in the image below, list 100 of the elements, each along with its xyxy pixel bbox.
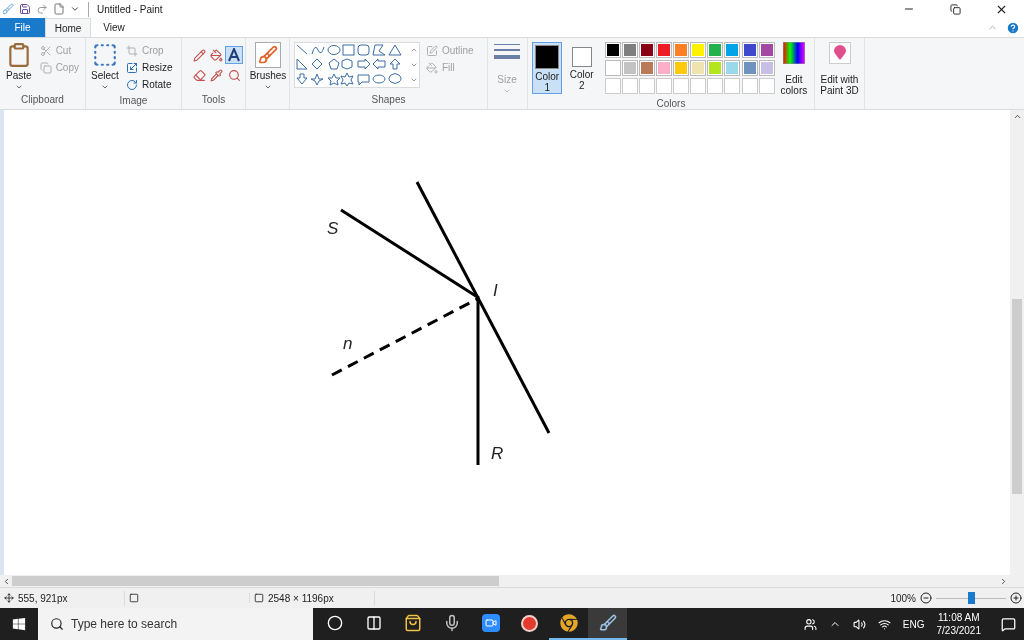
- palette-swatch[interactable]: [758, 42, 775, 58]
- caret-icon: [14, 83, 23, 91]
- wifi-icon[interactable]: [877, 617, 891, 631]
- outline-icon: [426, 44, 438, 57]
- zoom-slider[interactable]: [936, 592, 1006, 604]
- round-app-icon: [521, 614, 538, 632]
- palette-swatch[interactable]: [639, 42, 656, 58]
- scroll-up-icon[interactable]: [1012, 112, 1022, 121]
- circle-icon: [326, 615, 343, 631]
- brush-icon: [258, 45, 278, 65]
- palette-swatch[interactable]: [690, 60, 707, 76]
- diagram-label: n: [343, 335, 353, 352]
- select-button[interactable]: Select: [90, 42, 120, 91]
- ribbon-tab[interactable]: Home: [45, 18, 91, 37]
- scroll-down-icon[interactable]: [410, 61, 418, 69]
- crop-icon: [126, 44, 138, 57]
- color-picker-button[interactable]: Color 2: [566, 42, 597, 94]
- scroll-thumb[interactable]: [1012, 299, 1022, 494]
- edit-colors-button[interactable]: Edit colors: [777, 42, 810, 96]
- shopping-bag-icon: [403, 614, 422, 632]
- vertical-scrollbar[interactable]: [1010, 110, 1024, 575]
- palette-swatch[interactable]: [673, 42, 690, 58]
- clock[interactable]: 11:08 AM 7/23/2021: [936, 611, 981, 637]
- paint-bucket-icon: [426, 61, 438, 74]
- diagram-label: R: [491, 445, 504, 462]
- tool-button[interactable]: [190, 46, 208, 64]
- resize-icon: [126, 61, 138, 74]
- color-picker-button[interactable]: Color 1: [532, 42, 563, 94]
- paint-3d-button[interactable]: Edit with Paint 3D: [819, 42, 860, 96]
- palette-swatch[interactable]: [622, 60, 638, 76]
- palette-swatch[interactable]: [656, 60, 673, 76]
- cursor-position-icon: [4, 593, 14, 603]
- palette-swatch[interactable]: [673, 60, 690, 76]
- zoom-out-icon[interactable]: [920, 592, 932, 604]
- palette-swatch[interactable]: [724, 42, 741, 58]
- scroll-left-icon[interactable]: [2, 576, 11, 586]
- drop-icon: [832, 45, 847, 61]
- redo-icon[interactable]: [36, 3, 48, 15]
- ribbon-button[interactable]: Resize: [124, 59, 175, 76]
- group-label: Image: [119, 94, 148, 108]
- color-spectrum-icon: [782, 42, 805, 64]
- palette-swatch[interactable]: [622, 42, 638, 58]
- caret-icon[interactable]: [70, 4, 80, 14]
- group-label: Tools: [201, 93, 226, 107]
- text-tool-icon: [227, 48, 242, 62]
- paste-button[interactable]: Paste: [4, 42, 34, 91]
- restore-icon: [949, 3, 961, 15]
- palette-swatch[interactable]: [724, 60, 741, 76]
- image-size: 2548 × 1196px: [268, 591, 334, 606]
- palette-swatch[interactable]: [758, 60, 775, 76]
- caret-icon: [503, 87, 511, 95]
- image-size-icon: [254, 593, 264, 603]
- zoom-level: 100%: [890, 591, 916, 606]
- help-icon[interactable]: [1006, 20, 1020, 35]
- zoom-in-icon[interactable]: [1010, 592, 1022, 604]
- video-camera-icon: [481, 614, 500, 632]
- group-label: Clipboard: [21, 93, 64, 107]
- paint-bucket-icon: [210, 48, 224, 62]
- search-icon: [50, 617, 64, 631]
- language-indicator[interactable]: ENG: [902, 616, 925, 632]
- ribbon-button[interactable]: Rotate: [124, 76, 175, 93]
- palette-swatch[interactable]: [741, 42, 758, 58]
- caret-icon: [101, 83, 109, 91]
- search-field[interactable]: Type here to search: [38, 608, 313, 640]
- palette-swatch[interactable]: [690, 42, 707, 58]
- palette-swatch[interactable]: [639, 60, 656, 76]
- slider-thumb[interactable]: [968, 592, 975, 604]
- palette-swatch[interactable]: [741, 60, 758, 76]
- tool-button[interactable]: [225, 46, 244, 64]
- scroll-right-icon[interactable]: [999, 576, 1008, 586]
- magnifier-icon: [227, 68, 241, 82]
- file-tab[interactable]: File: [0, 18, 45, 37]
- app-icon: [2, 3, 14, 15]
- selection-size-icon: [129, 593, 139, 603]
- scroll-thumb[interactable]: [12, 576, 499, 586]
- palette-swatch[interactable]: [707, 42, 724, 58]
- window-title: Untitled - Paint: [88, 1, 163, 17]
- save-icon[interactable]: [19, 3, 31, 15]
- volume-icon[interactable]: [852, 617, 866, 631]
- caret-icon: [264, 83, 272, 91]
- new-file-icon[interactable]: [53, 3, 65, 15]
- palette-swatch[interactable]: [707, 60, 724, 76]
- people-icon[interactable]: [803, 617, 817, 631]
- dashed-square-icon: [92, 42, 118, 68]
- brushes-button[interactable]: Brushes: [250, 42, 286, 91]
- browser-icon: [559, 614, 578, 632]
- horizontal-scrollbar[interactable]: [0, 575, 1024, 587]
- notifications-icon[interactable]: [1001, 616, 1016, 632]
- diagram-label: S: [327, 220, 339, 237]
- pencil-icon: [192, 48, 206, 62]
- task-view-icon: [365, 615, 382, 631]
- eyedropper-icon: [210, 68, 224, 82]
- cursor-position: 555, 921px: [18, 591, 68, 606]
- palette-swatch[interactable]: [604, 42, 621, 58]
- scissors-icon: [39, 44, 52, 57]
- diagram-label: I: [493, 282, 498, 299]
- palette-swatch[interactable]: [604, 60, 621, 76]
- palette-swatch[interactable]: [656, 42, 673, 58]
- rotate-icon: [126, 78, 138, 91]
- taskbar-app[interactable]: [588, 608, 627, 640]
